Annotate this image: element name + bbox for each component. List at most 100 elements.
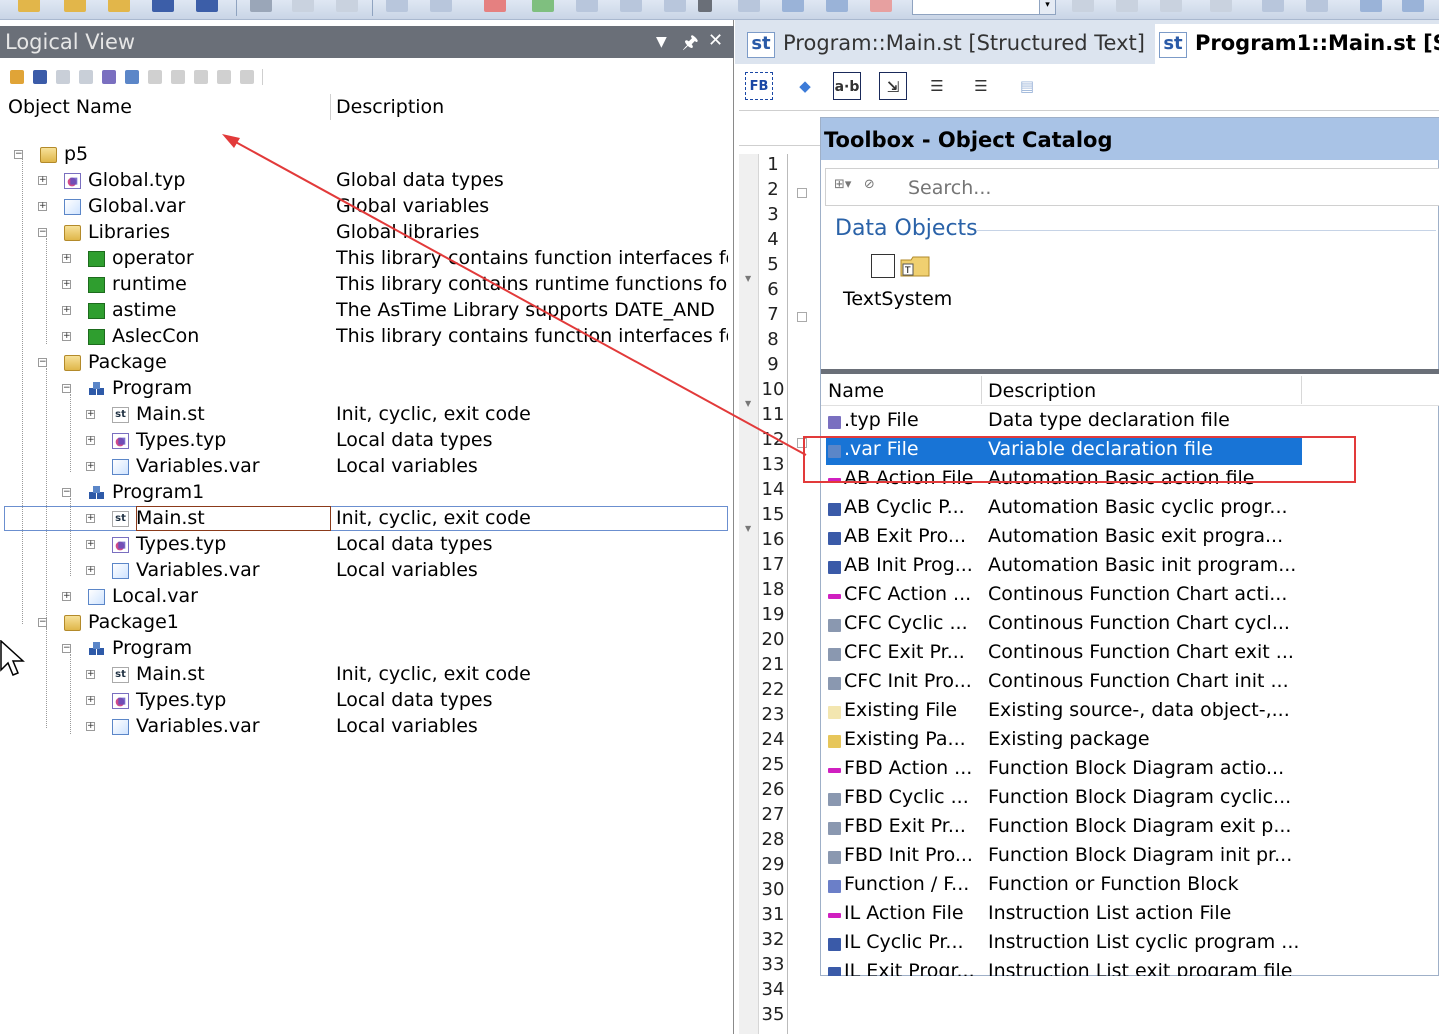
tree-row[interactable]: + Variables.var Local variables (0, 558, 730, 584)
search-input[interactable] (908, 175, 1428, 201)
tab-program1-main[interactable]: st Program1::Main.st [Stru (1155, 24, 1439, 64)
expand-icon[interactable]: + (62, 280, 71, 289)
collapse-icon[interactable]: − (62, 644, 71, 653)
fold-toggle-icon[interactable] (797, 312, 807, 322)
tree-row[interactable]: − Package1 (0, 610, 730, 636)
view-options-icon[interactable]: ⊞▾ ⊘ (834, 177, 875, 192)
down-icon[interactable] (1402, 0, 1424, 12)
expand-icon[interactable]: + (86, 410, 95, 419)
delete-icon[interactable] (484, 0, 506, 12)
tree-row[interactable]: + operator This library contains function … (0, 246, 730, 272)
catalog-item[interactable]: AB Cyclic P... Automation Basic cyclic pr… (826, 495, 1302, 523)
object-textsystem[interactable]: T TextSystem (843, 252, 963, 312)
tree-row[interactable]: + Local.var (0, 584, 730, 610)
refresh-icon[interactable] (532, 0, 554, 12)
stop-icon[interactable] (870, 0, 892, 12)
forward-icon[interactable] (782, 0, 804, 12)
fold-arrow-icon[interactable]: ▼ (745, 399, 754, 408)
collapse-icon[interactable]: − (38, 228, 47, 237)
catalog-item[interactable]: FBD Exit Pr... Function Block Diagram exi… (826, 814, 1302, 842)
save-icon[interactable] (152, 0, 174, 12)
folder-icon[interactable] (108, 0, 130, 12)
tree-row[interactable]: − Libraries Global libraries (0, 220, 730, 246)
catalog-item[interactable]: CFC Exit Pr... Continous Function Chart e… (826, 640, 1302, 668)
monitor-icon[interactable] (1210, 0, 1232, 12)
tree-row[interactable]: + Global.var Global variables (0, 194, 730, 220)
open-folder-icon[interactable] (64, 0, 86, 12)
chevron-down-icon[interactable]: ▾ (1039, 0, 1055, 14)
expand-icon[interactable]: + (62, 592, 71, 601)
outdent-icon[interactable]: ☰ (967, 72, 995, 100)
wrap-icon[interactable]: ⇲ (879, 72, 907, 100)
catalog-item[interactable]: FBD Action ... Function Block Diagram act… (826, 756, 1302, 784)
tree-row[interactable]: + st Main.st Init, cyclic, exit code (0, 402, 730, 428)
column-name[interactable]: Name (828, 380, 884, 402)
catalog-item[interactable]: FBD Init Pro... Function Block Diagram in… (826, 843, 1302, 871)
collapse-icon[interactable]: − (62, 488, 71, 497)
catalog-item[interactable]: FBD Cyclic ... Function Block Diagram cyc… (826, 785, 1302, 813)
toolbar-overflow-icon[interactable] (698, 0, 712, 12)
fold-arrow-icon[interactable]: ▼ (745, 524, 754, 533)
expand-icon[interactable]: + (86, 540, 95, 549)
pin-icon[interactable] (1360, 0, 1382, 12)
tree-row[interactable]: + Variables.var Local variables (0, 714, 730, 740)
catalog-item[interactable]: AB Exit Pro... Automation Basic exit prog… (826, 524, 1302, 552)
column-description[interactable]: Description (988, 380, 1096, 402)
expand-icon[interactable]: + (86, 670, 95, 679)
collapse-icon[interactable]: − (38, 358, 47, 367)
paste-icon[interactable] (336, 0, 358, 12)
link-icon[interactable] (1072, 0, 1094, 12)
catalog-item[interactable]: Existing Pa... Existing package (826, 727, 1302, 755)
catalog-item[interactable]: IL Cyclic Pr... Instruction List cyclic p… (826, 930, 1302, 958)
link2-icon[interactable] (1116, 0, 1138, 12)
expand-icon[interactable]: + (62, 254, 71, 263)
back-icon[interactable] (826, 0, 848, 12)
undo-icon[interactable] (386, 0, 408, 12)
tree-row[interactable]: + astime The AsTime Library supports DATE_… (0, 298, 730, 324)
toolbar-combobox[interactable]: ▾ (912, 0, 1056, 15)
tree-row[interactable]: + st Main.st Init, cyclic, exit code (0, 662, 730, 688)
catalog-item[interactable]: AB Init Prog... Automation Basic init pro… (826, 553, 1302, 581)
redo-icon[interactable] (430, 0, 452, 12)
collapse-icon[interactable]: − (62, 384, 71, 393)
catalog-item[interactable]: CFC Init Pro... Continous Function Chart … (826, 669, 1302, 697)
tree-row[interactable]: + Types.typ Local data types (0, 532, 730, 558)
expand-icon[interactable]: + (38, 176, 47, 185)
tree-row[interactable]: − Package (0, 350, 730, 376)
tree-row[interactable]: + Global.typ Global data types (0, 168, 730, 194)
expand-icon[interactable]: + (86, 566, 95, 575)
expand-icon[interactable]: + (38, 202, 47, 211)
tree-row[interactable]: + runtime This library contains runtime fu… (0, 272, 730, 298)
catalog-item[interactable]: CFC Action ... Continous Function Chart a… (826, 582, 1302, 610)
expand-icon[interactable]: + (62, 306, 71, 315)
comment-icon[interactable]: ▤ (1013, 72, 1041, 100)
sort-desc-icon[interactable] (1262, 0, 1284, 12)
catalog-item[interactable]: Existing File Existing source-, data obje… (826, 698, 1302, 726)
replace-icon[interactable]: a·b (833, 72, 861, 100)
rename-box[interactable] (136, 506, 331, 531)
tree-row[interactable]: − Program1 (0, 480, 730, 506)
settings-icon[interactable] (576, 0, 598, 12)
function-block-icon[interactable]: FB (745, 72, 773, 100)
expand-icon[interactable]: + (86, 696, 95, 705)
group-header-data-objects[interactable]: Data Objects (835, 216, 978, 241)
expand-icon[interactable]: + (62, 332, 71, 341)
tree-row[interactable]: + Types.typ Local data types (0, 428, 730, 454)
expand-icon[interactable]: + (86, 722, 95, 731)
catalog-item[interactable]: .typ File Data type declaration file (826, 408, 1302, 436)
tab-program-main[interactable]: st Program::Main.st [Structured Text] (743, 24, 1153, 64)
link3-icon[interactable] (1160, 0, 1182, 12)
catalog-item[interactable]: IL Exit Progr... Instruction List exit pr… (826, 959, 1302, 976)
copy-icon[interactable] (292, 0, 314, 12)
build-icon[interactable] (664, 0, 686, 12)
tree-row[interactable]: + Types.typ Local data types (0, 688, 730, 714)
catalog-item[interactable]: Function / F... Function or Function Bloc… (826, 872, 1302, 900)
expand-icon[interactable]: + (86, 436, 95, 445)
tree-row[interactable]: + Variables.var Local variables (0, 454, 730, 480)
cut-icon[interactable] (250, 0, 272, 12)
tree-row[interactable]: − Program (0, 636, 730, 662)
eraser-icon[interactable]: ◆ (791, 72, 819, 100)
save-all-icon[interactable] (196, 0, 218, 12)
tree-row[interactable]: − Program (0, 376, 730, 402)
window-icon[interactable] (738, 0, 760, 12)
